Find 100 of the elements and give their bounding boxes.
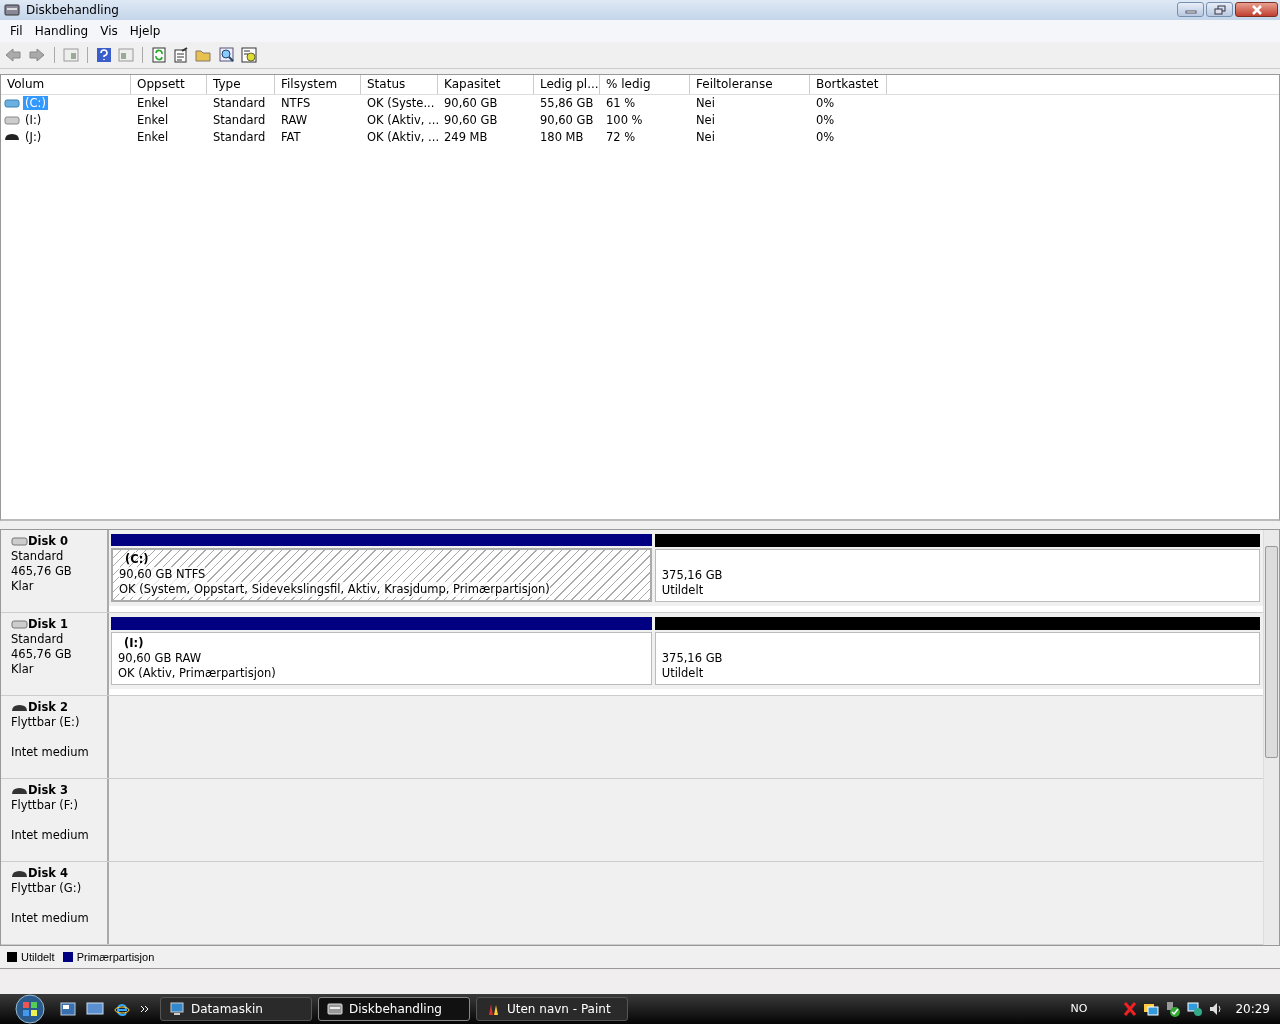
disk-label-panel[interactable]: Disk 1 Standard 465,76 GB Klar xyxy=(1,613,109,696)
settings-icon[interactable] xyxy=(241,46,257,63)
disk-size: 465,76 GB xyxy=(11,647,73,663)
column-header[interactable]: Type xyxy=(207,74,275,94)
disk-state: Intet medium xyxy=(11,911,90,927)
disk-type: Flyttbar (F:) xyxy=(11,798,79,814)
table-cell: 100 % xyxy=(606,113,643,127)
check-icon[interactable] xyxy=(1165,1001,1182,1017)
column-header[interactable]: Volum xyxy=(1,74,131,94)
speaker-icon[interactable] xyxy=(1209,1001,1224,1017)
monitor-icon[interactable] xyxy=(1143,1001,1160,1017)
scrollbar[interactable] xyxy=(1263,530,1279,946)
removable-drive-icon xyxy=(11,786,28,795)
disk-size: 465,76 GB xyxy=(11,564,73,580)
column-header[interactable]: Ledig pl... xyxy=(534,74,600,94)
disk-name: Disk 2 xyxy=(28,700,68,716)
table-cell: RAW xyxy=(281,113,308,127)
disk-drive-icon xyxy=(327,1001,343,1017)
close-button[interactable] xyxy=(1235,2,1278,18)
table-cell: Enkel xyxy=(137,113,169,127)
disk-name: Disk 3 xyxy=(28,783,68,799)
partition-status: OK (System, Oppstart, Sidevekslingsfil, Aktiv, Krasjdump, Primærpartisjon) xyxy=(119,582,550,598)
restore-button[interactable] xyxy=(1206,2,1233,18)
table-cell: Enkel xyxy=(137,130,169,144)
minimize-button[interactable] xyxy=(1177,2,1204,18)
column-header[interactable]: Oppsett xyxy=(131,74,207,94)
disk-type: Standard xyxy=(11,632,65,648)
restore-icon xyxy=(1213,4,1226,15)
disk-type: Flyttbar (G:) xyxy=(11,881,83,897)
disk-state: Klar xyxy=(11,662,35,678)
clock[interactable]: 20:29 xyxy=(1235,1002,1270,1016)
table-cell: 90,60 GB xyxy=(444,113,498,127)
scroll-thumb[interactable] xyxy=(1265,546,1278,759)
column-header[interactable]: Status xyxy=(361,74,438,94)
legend-label: Utildelt xyxy=(21,951,55,964)
table-cell: Enkel xyxy=(137,96,169,110)
menu-item[interactable]: Fil xyxy=(4,21,29,40)
column-header[interactable]: Bortkastet xyxy=(810,74,887,94)
forward-arrow-icon[interactable] xyxy=(28,46,46,63)
table-cell: 0% xyxy=(816,113,835,127)
volume-name[interactable]: (J:) xyxy=(23,130,44,144)
hard-drive-icon xyxy=(4,115,20,125)
table-cell: NTFS xyxy=(281,96,311,110)
disk-name: Disk 0 xyxy=(28,534,68,550)
table-cell: OK (Aktiv, ... xyxy=(367,113,440,127)
table-cell: Nei xyxy=(696,130,715,144)
partition-block[interactable]: 375,16 GB Utildelt xyxy=(654,549,1260,603)
table-cell: Nei xyxy=(696,113,715,127)
back-arrow-icon[interactable] xyxy=(4,46,22,63)
language-indicator[interactable]: NO xyxy=(1070,1002,1088,1016)
disk-name: Disk 4 xyxy=(28,866,68,882)
table-cell: 61 % xyxy=(606,96,636,110)
table-cell: 180 MB xyxy=(540,130,584,144)
column-header[interactable]: Feiltoleranse xyxy=(690,74,810,94)
menu-item[interactable]: Vis xyxy=(94,21,124,40)
window-title: Diskbehandling xyxy=(26,2,119,17)
disk-drive-icon xyxy=(4,2,20,17)
partition-block[interactable]: (I:) 90,60 GB RAW OK (Aktiv, Primærpartisjon) xyxy=(111,632,652,686)
help-icon[interactable] xyxy=(96,46,112,63)
column-header[interactable]: Filsystem xyxy=(275,74,361,94)
table-cell: 90,60 GB xyxy=(540,113,594,127)
menu-item[interactable]: Hjelp xyxy=(123,21,167,40)
desktop-icon[interactable] xyxy=(86,1001,104,1017)
table-cell: Standard xyxy=(213,96,266,110)
table-cell: 0% xyxy=(816,130,835,144)
menu-item[interactable]: Handling xyxy=(28,21,95,40)
disk-type: Flyttbar (E:) xyxy=(11,715,81,731)
table-cell: OK (Syste... xyxy=(367,96,435,110)
taskbar-button[interactable]: Uten navn - Paint xyxy=(476,997,628,1021)
error-icon[interactable] xyxy=(1123,1001,1138,1017)
properties-icon[interactable] xyxy=(173,46,189,63)
disk-label-panel[interactable]: Disk 0 Standard 465,76 GB Klar xyxy=(1,530,109,613)
disk-name: Disk 1 xyxy=(28,617,68,633)
removable-drive-icon xyxy=(11,869,28,878)
partition-block[interactable]: (C:) 90,60 GB NTFS OK (System, Oppstart, Sidevekslingsfil, Aktiv, Krasjdump, Primærpartisjon) xyxy=(111,548,652,603)
table-cell: 72 % xyxy=(606,130,636,144)
network-icon[interactable] xyxy=(1187,1001,1204,1017)
taskbar-button[interactable]: Datamaskin xyxy=(160,997,312,1021)
volume-name[interactable]: (I:) xyxy=(23,113,44,127)
table-cell: Nei xyxy=(696,96,715,110)
table-cell: 249 MB xyxy=(444,130,488,144)
taskbar-button[interactable]: Diskbehandling xyxy=(318,997,470,1021)
disk-state: Klar xyxy=(11,579,35,595)
column-header[interactable]: Kapasitet xyxy=(438,74,534,94)
table-cell: OK (Aktiv, ... xyxy=(367,130,440,144)
browser-icon[interactable] xyxy=(114,1001,130,1017)
search-icon[interactable] xyxy=(219,46,235,63)
legend-label: Primærpartisjon xyxy=(76,951,155,964)
switch-windows-icon[interactable] xyxy=(60,1001,76,1017)
hard-drive-icon xyxy=(11,537,28,547)
chevron-icon[interactable] xyxy=(140,1004,150,1014)
column-header[interactable]: % ledig xyxy=(600,74,690,94)
removable-drive-icon xyxy=(11,703,28,712)
table-cell: 0% xyxy=(816,96,835,110)
table-cell: FAT xyxy=(281,130,301,144)
partition-label: (C:) xyxy=(119,552,149,568)
refresh-icon[interactable] xyxy=(151,46,167,63)
disk-state: Intet medium xyxy=(11,828,90,844)
hard-drive-icon xyxy=(4,98,20,108)
partition-block[interactable]: 375,16 GB Utildelt xyxy=(654,632,1260,686)
